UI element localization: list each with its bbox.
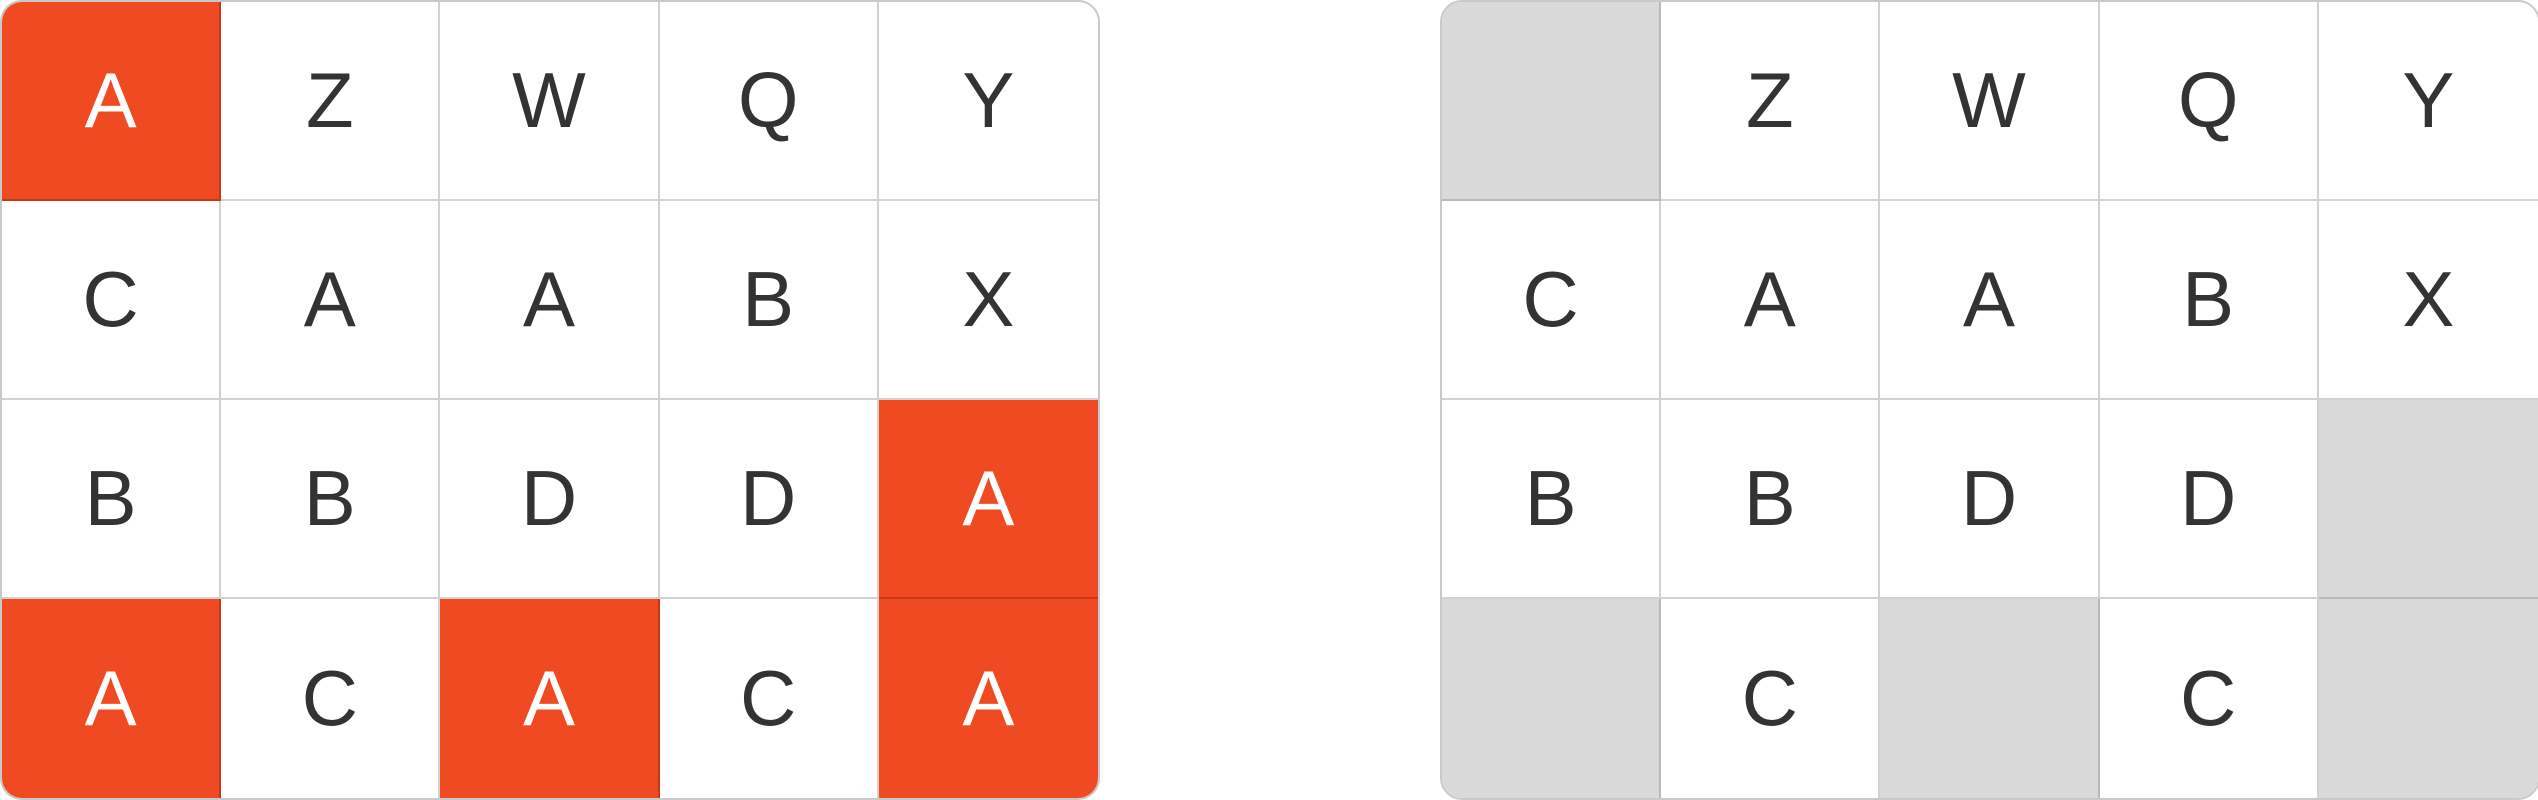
letter-cell[interactable]: C (1442, 201, 1662, 400)
letter-cell[interactable]: D (2099, 400, 2319, 599)
letter-cell[interactable]: A (878, 599, 1098, 798)
letter-cell[interactable]: C (221, 599, 441, 798)
letter-cell[interactable]: A (221, 201, 441, 400)
letter-cell[interactable]: Y (878, 2, 1098, 201)
letter-cell[interactable]: Q (2099, 2, 2319, 201)
letter-cell[interactable]: X (878, 201, 1098, 400)
removed-cell[interactable] (1442, 599, 1662, 798)
letter-cell[interactable]: B (2099, 201, 2319, 400)
letter-cell[interactable]: A (2, 2, 222, 201)
letter-cell[interactable]: C (2099, 599, 2319, 798)
letter-cell[interactable]: B (221, 400, 441, 599)
removed-cell[interactable] (1880, 599, 2100, 798)
letter-cell[interactable]: A (440, 599, 660, 798)
letter-cell[interactable]: A (1880, 201, 2100, 400)
letter-cell[interactable]: B (1442, 400, 1662, 599)
letter-cell[interactable]: B (1661, 400, 1881, 599)
letter-cell[interactable]: C (659, 599, 879, 798)
letter-cell[interactable]: A (440, 201, 660, 400)
letter-cell[interactable]: D (440, 400, 660, 599)
letter-cell[interactable]: B (659, 201, 879, 400)
letter-cell[interactable]: Z (1661, 2, 1881, 201)
letter-cell[interactable]: A (878, 400, 1098, 599)
removed-cell[interactable] (2318, 599, 2538, 798)
letter-grid-before: AZWQYCAABXBBDDAACACA (0, 0, 1100, 800)
letter-cell[interactable]: W (1880, 2, 2100, 201)
letter-cell[interactable]: A (1661, 201, 1881, 400)
letter-cell[interactable]: X (2318, 201, 2538, 400)
letter-cell[interactable]: B (2, 400, 222, 599)
letter-cell[interactable]: Q (659, 2, 879, 201)
letter-grid-after: ZWQYCAABXBBDDCC (1440, 0, 2538, 800)
letter-cell[interactable]: W (440, 2, 660, 201)
letter-cell[interactable]: Z (221, 2, 441, 201)
letter-cell[interactable]: A (2, 599, 222, 798)
removed-cell[interactable] (2318, 400, 2538, 599)
letter-cell[interactable]: C (1661, 599, 1881, 798)
letter-cell[interactable]: D (659, 400, 879, 599)
removed-cell[interactable] (1442, 2, 1662, 201)
letter-cell[interactable]: C (2, 201, 222, 400)
letter-cell[interactable]: Y (2318, 2, 2538, 201)
letter-cell[interactable]: D (1880, 400, 2100, 599)
